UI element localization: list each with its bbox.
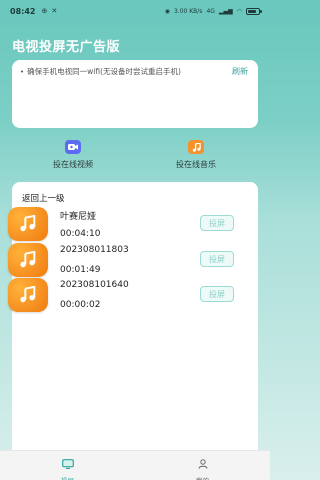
- network-type: 4G: [206, 7, 215, 15]
- cast-online-music-label: 投在线音乐: [176, 160, 216, 169]
- network-speed: 3.00 KB/s: [173, 7, 203, 15]
- item-duration: 00:01:49: [60, 265, 101, 275]
- wifi-hint: • 确保手机电视同一wifi(无设备时尝试重启手机): [20, 66, 250, 77]
- item-title: 202308101640: [60, 280, 129, 290]
- back-up-level-button[interactable]: 返回上一级: [22, 192, 65, 204]
- cast-button[interactable]: 投屏: [200, 251, 234, 267]
- signal-icon: ▂▄▆: [218, 7, 233, 15]
- list-item[interactable]: 202308011803 00:01:49 投屏: [8, 243, 242, 279]
- app-title: 电视投屏无广告版: [12, 40, 121, 55]
- cast-tv-icon: [61, 454, 74, 473]
- device-list-card: • 确保手机电视同一wifi(无设备时尝试重启手机) 刷新: [12, 60, 258, 128]
- status-right: ◉ 3.00 KB/s 4G ▂▄▆ ◠: [164, 7, 262, 15]
- wifi-hint-text: 确保手机电视同一wifi(无设备时尝试重启手机): [27, 67, 181, 76]
- signal-extra-icon: ✕: [51, 7, 58, 15]
- cast-online-music-button[interactable]: 投在线音乐: [156, 140, 236, 170]
- music-note-icon: [188, 140, 204, 154]
- nav-tab-mine[interactable]: 我的: [135, 451, 270, 480]
- bullet-icon: •: [20, 67, 25, 76]
- person-icon: [198, 454, 208, 473]
- item-duration: 00:00:02: [60, 300, 101, 310]
- refresh-button[interactable]: 刷新: [232, 66, 248, 77]
- nav-tab-cast[interactable]: 投屏: [0, 451, 135, 480]
- item-title: 叶赛尼娅: [60, 212, 97, 222]
- alarm-icon: ◉: [164, 7, 170, 15]
- list-item[interactable]: 叶赛尼娅 00:04:10 投屏: [8, 207, 242, 243]
- music-file-icon: [8, 243, 48, 277]
- bottom-nav: 投屏 我的: [0, 450, 270, 480]
- list-item[interactable]: 202308101640 00:00:02 投屏: [8, 278, 242, 314]
- status-left-icons: ⊕ ✕: [41, 7, 57, 15]
- item-title: 202308011803: [60, 245, 129, 255]
- wifi-icon: ◠: [236, 7, 242, 15]
- nav-label-mine: 我的: [196, 475, 209, 480]
- cast-online-video-button[interactable]: 投在线视频: [33, 140, 113, 170]
- status-bar: 08:42 ⊕ ✕ ◉ 3.00 KB/s 4G ▂▄▆ ◠: [0, 0, 270, 22]
- music-file-icon: [8, 278, 48, 312]
- item-duration: 00:04:10: [60, 229, 101, 239]
- video-camera-icon: [65, 140, 81, 154]
- cast-online-video-label: 投在线视频: [53, 160, 93, 169]
- battery-icon: [246, 7, 262, 15]
- notification-icon: ⊕: [41, 7, 48, 15]
- cast-button[interactable]: 投屏: [200, 215, 234, 231]
- music-file-icon: [8, 207, 48, 241]
- nav-label-cast: 投屏: [61, 475, 74, 480]
- status-time: 08:42: [10, 6, 36, 16]
- cast-button[interactable]: 投屏: [200, 286, 234, 302]
